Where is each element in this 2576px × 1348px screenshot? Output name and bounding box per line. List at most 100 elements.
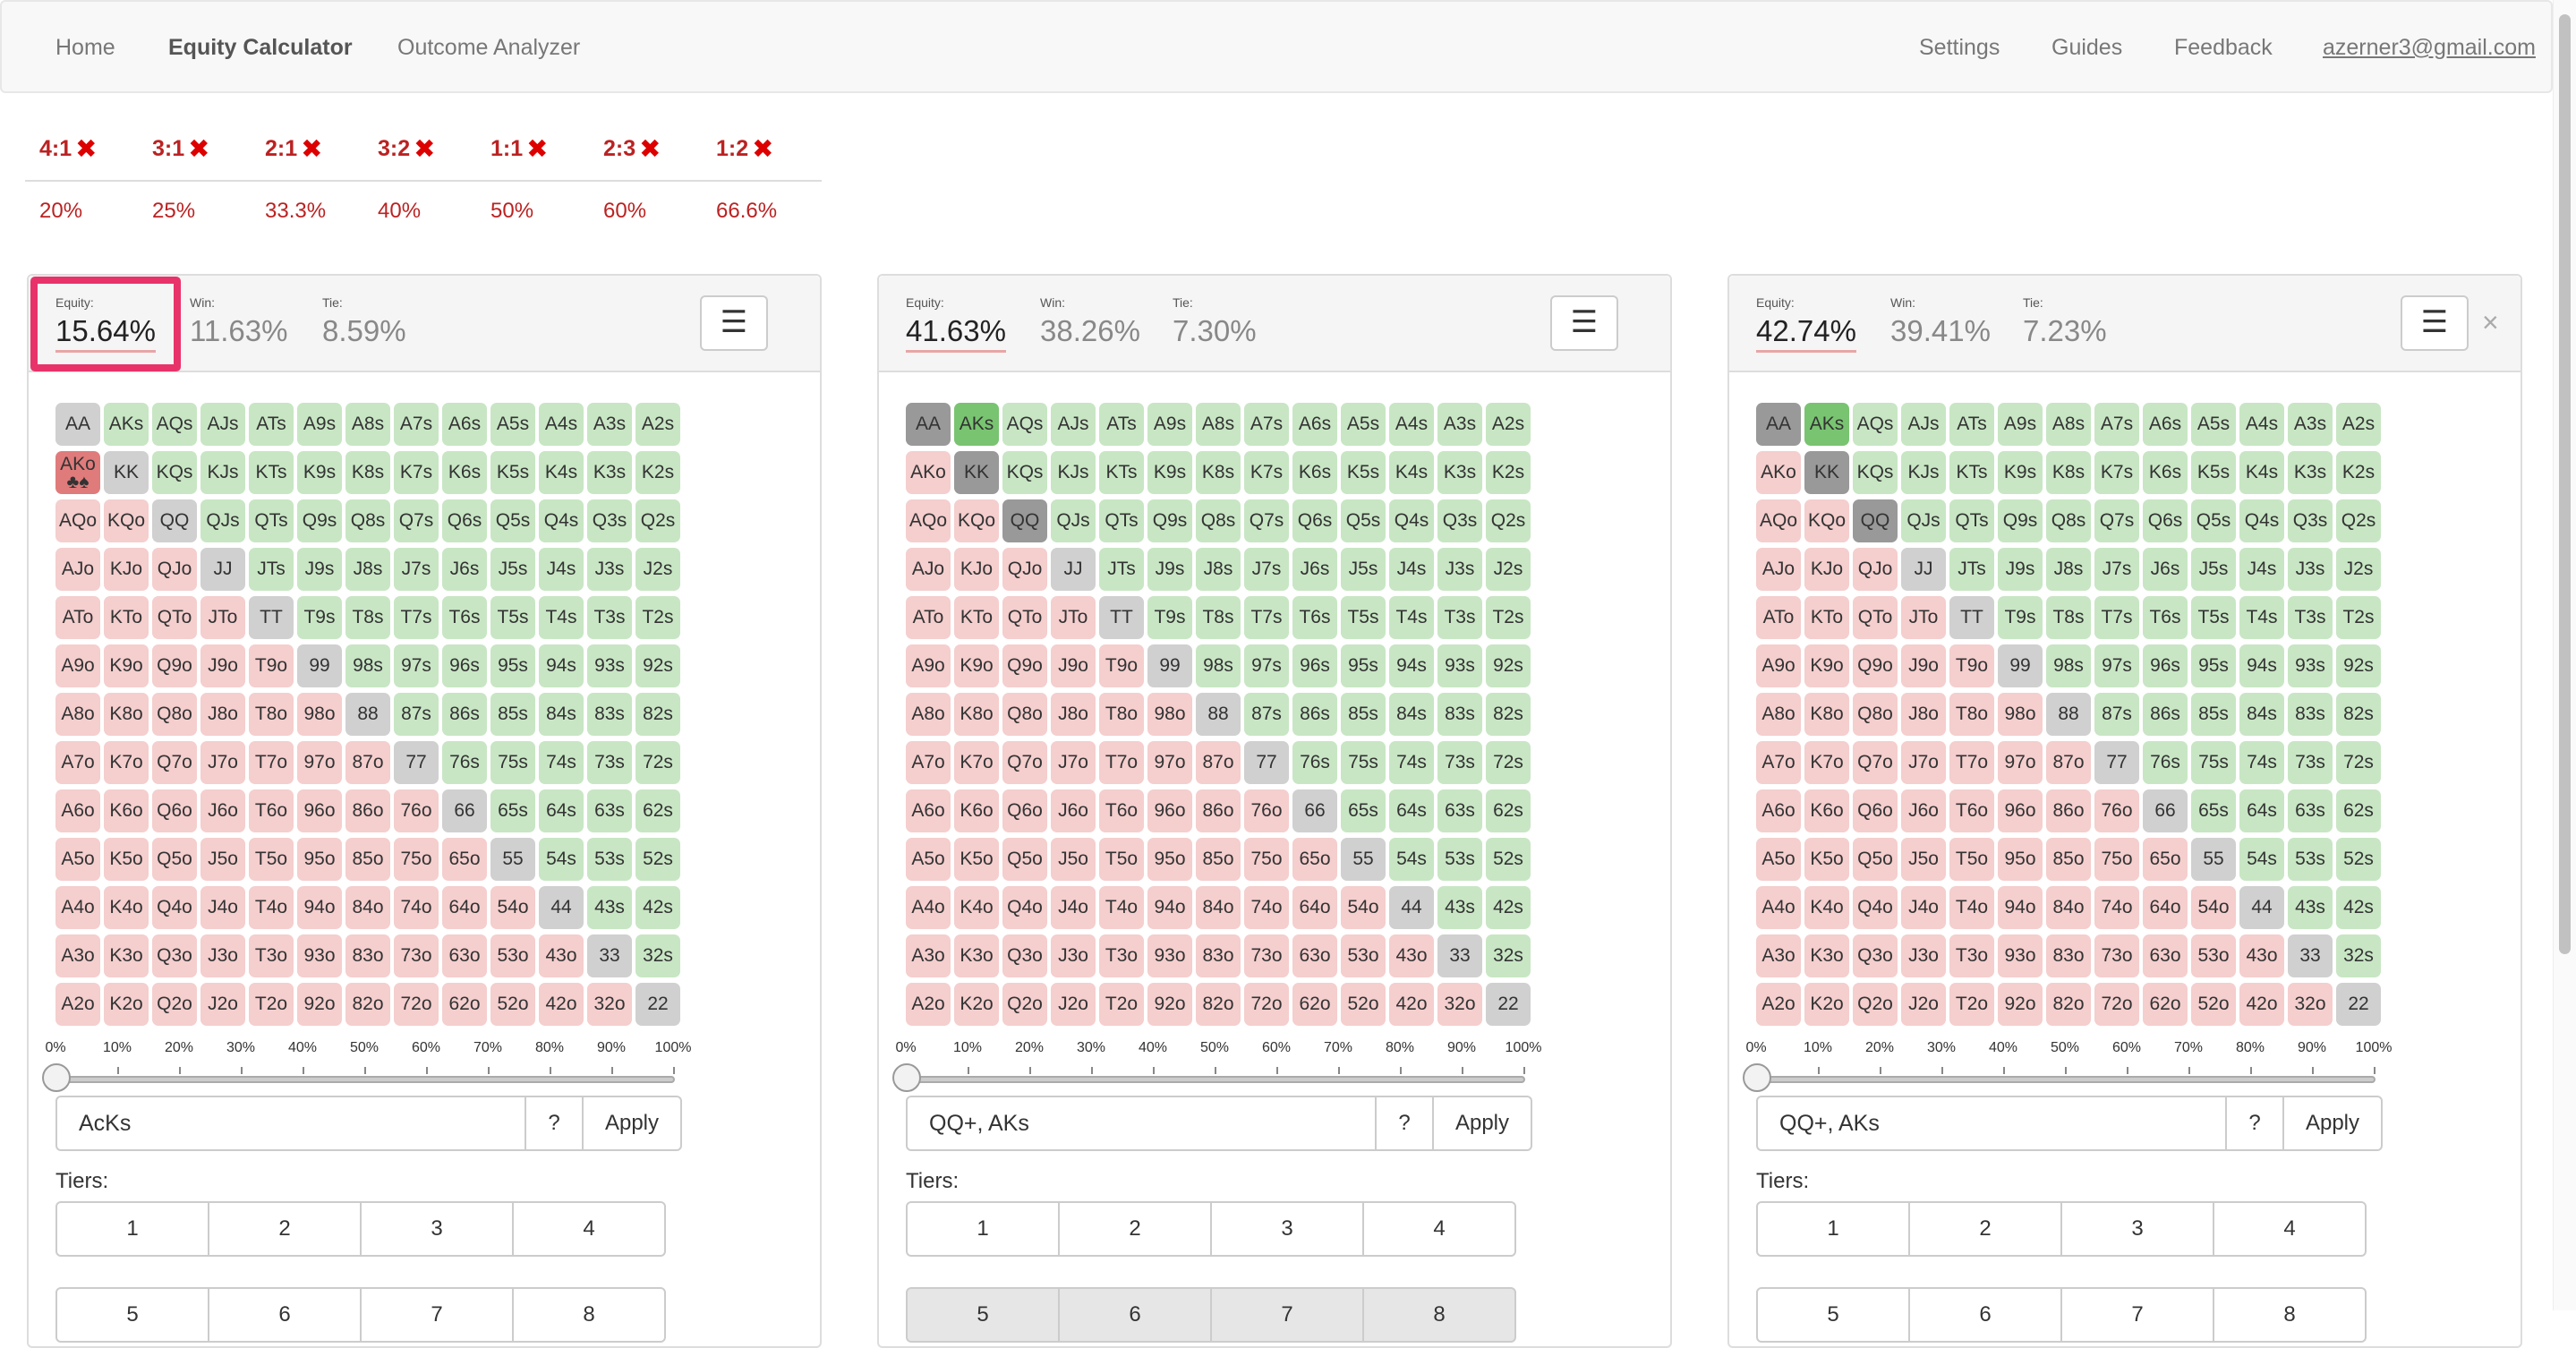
hand-cell-QQ[interactable]: QQ [1002,499,1047,542]
hand-cell-J2s[interactable]: J2s [2336,548,2381,591]
hand-cell-A2o[interactable]: A2o [906,983,951,1026]
tier-button-1[interactable]: 1 [906,1201,1060,1257]
hand-cell-Q4s[interactable]: Q4s [1389,499,1434,542]
hand-cell-QTo[interactable]: QTo [1002,596,1047,639]
hand-cell-92o[interactable]: 92o [1147,983,1192,1026]
hand-cell-77[interactable]: 77 [2094,741,2139,784]
hand-cell-QJo[interactable]: QJo [1002,548,1047,591]
hand-cell-64s[interactable]: 64s [1389,789,1434,832]
hand-cell-T8o[interactable]: T8o [1099,693,1144,736]
hand-cell-T4s[interactable]: T4s [1389,596,1434,639]
hand-cell-T2o[interactable]: T2o [1949,983,1994,1026]
hand-cell-ATs[interactable]: ATs [249,403,294,446]
hand-cell-AA[interactable]: AA [55,403,100,446]
hand-cell-T4o[interactable]: T4o [1099,886,1144,929]
hand-cell-A6o[interactable]: A6o [906,789,951,832]
hand-cell-Q5o[interactable]: Q5o [152,838,197,881]
hand-cell-T6o[interactable]: T6o [1099,789,1144,832]
hand-cell-AA[interactable]: AA [906,403,951,446]
hand-cell-83o[interactable]: 83o [345,934,390,977]
hand-cell-88[interactable]: 88 [2046,693,2091,736]
hand-cell-82o[interactable]: 82o [345,983,390,1026]
hand-cell-42s[interactable]: 42s [635,886,680,929]
hand-cell-43o[interactable]: 43o [539,934,584,977]
hand-cell-KQo[interactable]: KQo [954,499,999,542]
hand-cell-97o[interactable]: 97o [297,741,342,784]
hand-cell-A7o[interactable]: A7o [55,741,100,784]
hand-cell-93s[interactable]: 93s [1437,644,1482,687]
hand-cell-A6s[interactable]: A6s [2143,403,2188,446]
hand-cell-43s[interactable]: 43s [2288,886,2333,929]
hand-cell-32s[interactable]: 32s [1486,934,1531,977]
hand-cell-T5o[interactable]: T5o [249,838,294,881]
close-icon[interactable]: × [2482,306,2499,339]
hand-cell-AJo[interactable]: AJo [906,548,951,591]
hand-cell-K7s[interactable]: K7s [2094,451,2139,494]
hand-cell-T3s[interactable]: T3s [1437,596,1482,639]
hand-cell-66[interactable]: 66 [2143,789,2188,832]
hand-cell-88[interactable]: 88 [1196,693,1241,736]
hand-cell-T2s[interactable]: T2s [1486,596,1531,639]
hand-cell-95s[interactable]: 95s [2191,644,2236,687]
hand-cell-Q6o[interactable]: Q6o [1002,789,1047,832]
hand-cell-94s[interactable]: 94s [2239,644,2284,687]
hand-cell-K3o[interactable]: K3o [954,934,999,977]
hand-cell-74s[interactable]: 74s [2239,741,2284,784]
hand-cell-Q8s[interactable]: Q8s [2046,499,2091,542]
hand-cell-A3o[interactable]: A3o [55,934,100,977]
hand-cell-AA[interactable]: AA [1756,403,1801,446]
hand-cell-98s[interactable]: 98s [345,644,390,687]
hand-cell-52o[interactable]: 52o [490,983,535,1026]
hand-cell-Q2s[interactable]: Q2s [635,499,680,542]
hand-cell-K3o[interactable]: K3o [1804,934,1849,977]
hand-cell-A9s[interactable]: A9s [1998,403,2043,446]
hand-cell-K7o[interactable]: K7o [954,741,999,784]
hand-cell-T6o[interactable]: T6o [249,789,294,832]
hand-cell-Q3o[interactable]: Q3o [1002,934,1047,977]
hand-cell-83o[interactable]: 83o [1196,934,1241,977]
hand-cell-T6o[interactable]: T6o [1949,789,1994,832]
hand-cell-T8s[interactable]: T8s [345,596,390,639]
hand-cell-J9s[interactable]: J9s [1998,548,2043,591]
hand-cell-J3o[interactable]: J3o [1901,934,1946,977]
hand-cell-T3s[interactable]: T3s [2288,596,2333,639]
hand-cell-A6o[interactable]: A6o [1756,789,1801,832]
hand-cell-Q5s[interactable]: Q5s [1341,499,1386,542]
hand-cell-85s[interactable]: 85s [2191,693,2236,736]
hand-cell-QQ[interactable]: QQ [1853,499,1898,542]
hand-cell-J3s[interactable]: J3s [2288,548,2333,591]
range-help-button[interactable]: ? [525,1096,584,1151]
hand-cell-Q7o[interactable]: Q7o [152,741,197,784]
tier-button-4[interactable]: 4 [2213,1201,2367,1257]
hand-range-input[interactable]: QQ+, AKs [1756,1096,2227,1151]
hand-cell-Q6s[interactable]: Q6s [1292,499,1337,542]
hand-cell-A8o[interactable]: A8o [1756,693,1801,736]
hand-cell-KTs[interactable]: KTs [249,451,294,494]
hand-cell-T8o[interactable]: T8o [1949,693,1994,736]
hand-cell-KQs[interactable]: KQs [1002,451,1047,494]
hand-cell-Q7o[interactable]: Q7o [1002,741,1047,784]
hand-cell-95o[interactable]: 95o [1147,838,1192,881]
hand-cell-42s[interactable]: 42s [1486,886,1531,929]
tier-button-3[interactable]: 3 [360,1201,514,1257]
hand-cell-73s[interactable]: 73s [1437,741,1482,784]
hand-cell-JJ[interactable]: JJ [1051,548,1096,591]
hand-cell-A2o[interactable]: A2o [55,983,100,1026]
hand-cell-Q5o[interactable]: Q5o [1002,838,1047,881]
hand-cell-94o[interactable]: 94o [297,886,342,929]
hand-cell-JTs[interactable]: JTs [1099,548,1144,591]
tier-button-8[interactable]: 8 [512,1287,666,1343]
nav-equity-calculator-link[interactable]: Equity Calculator [168,35,353,61]
hand-cell-K6s[interactable]: K6s [1292,451,1337,494]
hand-cell-K8o[interactable]: K8o [954,693,999,736]
hand-cell-K6s[interactable]: K6s [2143,451,2188,494]
hand-cell-94o[interactable]: 94o [1998,886,2043,929]
hand-cell-73o[interactable]: 73o [1244,934,1289,977]
hand-cell-T4o[interactable]: T4o [249,886,294,929]
hand-cell-T3s[interactable]: T3s [587,596,632,639]
hand-cell-76s[interactable]: 76s [2143,741,2188,784]
hand-cell-92o[interactable]: 92o [297,983,342,1026]
hand-cell-75o[interactable]: 75o [2094,838,2139,881]
hand-cell-94o[interactable]: 94o [1147,886,1192,929]
hand-cell-KQs[interactable]: KQs [152,451,197,494]
